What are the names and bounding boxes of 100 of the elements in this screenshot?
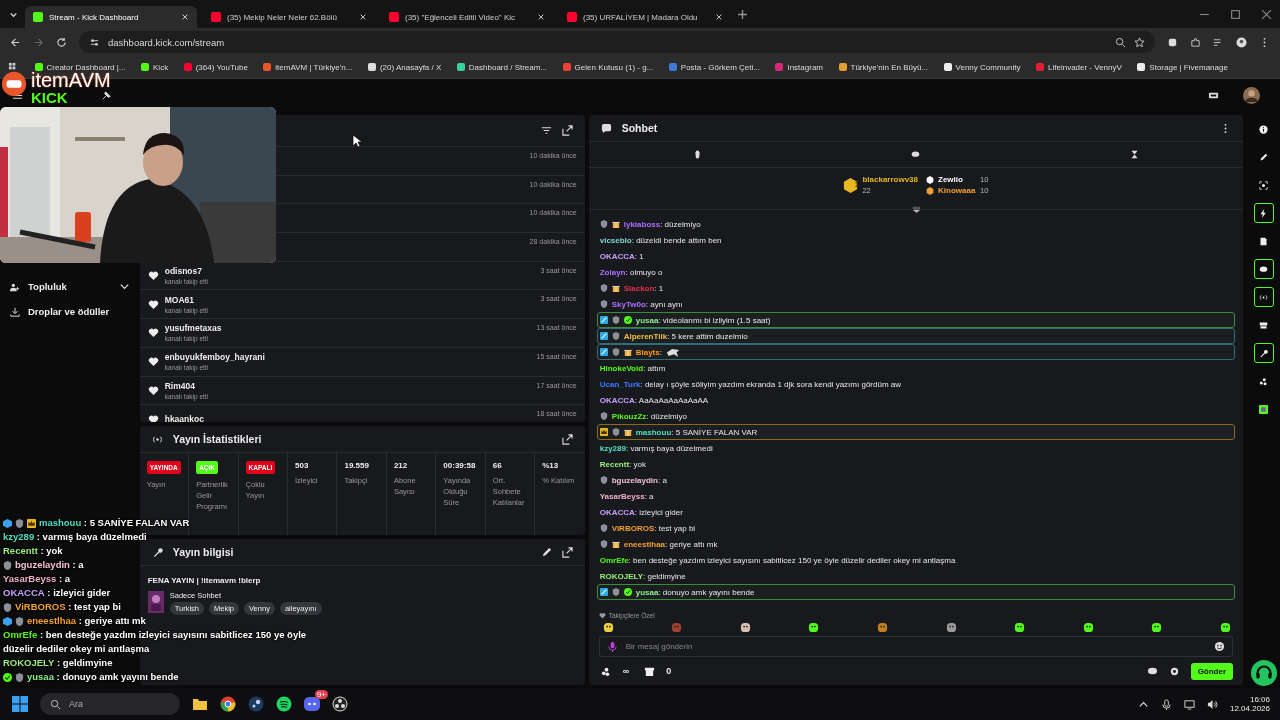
browser-tab[interactable]: (35) "Eğlenceli Editli Video" Kic [381, 6, 553, 28]
bookmark[interactable]: Instagram [775, 62, 823, 72]
bookmark[interactable]: Posta - Görkem Çeti... [668, 62, 760, 72]
crown-icon [599, 428, 608, 436]
heart-icon [147, 413, 159, 422]
folder-icon[interactable] [192, 696, 208, 712]
heart-icon [147, 327, 159, 339]
chat-icon[interactable] [1146, 665, 1158, 677]
address-bar[interactable]: dashboard.kick.com/stream [79, 31, 1155, 53]
points-icon[interactable] [600, 665, 612, 677]
emote-icon[interactable] [1220, 622, 1232, 633]
close-icon[interactable] [537, 13, 545, 21]
message-input[interactable]: Bir mesaj gönderin [598, 636, 1234, 657]
bookmark[interactable]: Dashboard / Stream... [456, 62, 548, 72]
popout-icon[interactable] [561, 125, 573, 136]
send-button[interactable]: Gönder [1190, 662, 1234, 680]
emote-icon[interactable] [1014, 622, 1026, 633]
settings-icon[interactable] [1168, 665, 1180, 677]
shield-icon [15, 519, 24, 528]
emote-icon[interactable] [1082, 622, 1094, 633]
site-info-icon[interactable] [89, 36, 100, 48]
new-tab-icon[interactable] [737, 8, 748, 20]
emote-icon[interactable] [739, 622, 751, 633]
microphone-icon[interactable] [1160, 698, 1172, 710]
steam-icon[interactable] [248, 696, 264, 712]
zoom-icon[interactable] [1115, 36, 1126, 48]
smiley-icon[interactable] [1214, 641, 1226, 652]
emote-icon[interactable] [1151, 622, 1163, 633]
chat-message: yusaa: donuyo amk yayını bende [635, 587, 755, 597]
shield-icon [599, 476, 608, 484]
star-icon[interactable] [1134, 36, 1145, 48]
close-icon[interactable] [359, 13, 367, 21]
bookmark[interactable]: Kick [141, 62, 169, 72]
broadcast-icon [151, 433, 163, 445]
browser-tab[interactable]: (35) Mekip Neler Neler 62.Bölü [203, 6, 375, 28]
chat-message: mashouu: 5 SANİYE FALAN VAR [635, 427, 758, 437]
back-icon[interactable] [10, 36, 21, 48]
avatar-icon[interactable] [1243, 87, 1260, 104]
network-icon[interactable] [1183, 698, 1195, 710]
emote-icon[interactable] [808, 622, 820, 633]
popout-icon[interactable] [561, 433, 573, 445]
tool-button[interactable] [1253, 203, 1274, 223]
extension-icon[interactable] [1167, 36, 1178, 48]
chat-message: bguzelaydin: a [611, 475, 667, 485]
hourglass-icon[interactable] [1129, 150, 1139, 159]
bookmark[interactable]: Venny Community [943, 62, 1021, 72]
popout-icon[interactable] [561, 546, 573, 558]
browser-tab[interactable]: (35) URFALİYEM | Madara Oldu [559, 6, 731, 28]
browser-icon[interactable] [220, 696, 236, 712]
emote-icon[interactable] [602, 622, 614, 633]
video-icon[interactable] [1208, 90, 1219, 101]
tool-button[interactable] [1253, 343, 1274, 363]
shield-icon [3, 561, 12, 570]
trash-icon[interactable] [693, 150, 703, 159]
reload-icon[interactable] [56, 36, 67, 48]
chat-message: Zolayn: olmuyo o [599, 267, 663, 277]
headset-icon[interactable] [1250, 660, 1277, 686]
hammer-icon[interactable] [101, 90, 112, 101]
chat-icon[interactable] [911, 150, 921, 159]
forward-icon[interactable] [33, 36, 44, 48]
emote-icon[interactable] [945, 622, 957, 633]
bookmark[interactable]: itemAVM | Türkiye'n... [263, 62, 353, 72]
sidebar-item[interactable]: Droplar ve ödüller [10, 304, 130, 319]
heart-icon [147, 384, 159, 396]
tool-button[interactable] [1253, 287, 1274, 307]
gift-icon [611, 284, 620, 292]
bookmark[interactable]: Storage | Fivemanage [1137, 62, 1228, 72]
chat-message: Slackon: 1 [623, 283, 664, 293]
volume-icon[interactable] [1206, 698, 1218, 710]
notification-badge: 9+ [314, 690, 328, 699]
store-icon[interactable] [644, 665, 656, 677]
recorder-icon[interactable] [332, 696, 348, 712]
tool-button[interactable] [1253, 259, 1274, 279]
bookmark[interactable]: Gelen Kutusu (1) - g... [562, 62, 654, 72]
bookmark[interactable]: (364) YouTube [183, 62, 248, 72]
windows-icon[interactable] [12, 696, 28, 712]
chat-icon [600, 122, 612, 134]
hexagon-icon [843, 178, 859, 193]
bookmark[interactable]: (20) Anasayfa / X [367, 62, 442, 72]
close-icon[interactable] [181, 13, 189, 21]
search-field[interactable]: Ara [40, 693, 180, 715]
chat-message: YasarBeyss: a [599, 491, 654, 501]
gift-icon [623, 428, 632, 436]
pencil-icon[interactable] [540, 546, 552, 558]
bookmark[interactable]: Lifeinvader - VennyV [1036, 62, 1122, 72]
maximize-icon[interactable] [1230, 8, 1241, 20]
puzzle-icon[interactable] [1190, 36, 1201, 48]
browser-tab[interactable]: Stream - Kick Dashboard [25, 6, 197, 28]
close-icon[interactable] [715, 13, 723, 21]
clock-time: 16:06 [1249, 695, 1270, 704]
emote-icon[interactable] [877, 622, 889, 633]
sidebar-item[interactable]: Topluluk [10, 279, 130, 294]
close-icon[interactable] [1261, 8, 1272, 20]
avatar-icon[interactable] [1236, 36, 1247, 48]
expand-icon[interactable] [911, 206, 921, 213]
bookmark[interactable]: Türkiye'nin En Büyü... [838, 62, 929, 72]
filter-icon[interactable] [540, 125, 552, 136]
discord-icon[interactable] [304, 696, 320, 712]
bookmark[interactable]: Creator Dashboard |... [34, 62, 126, 72]
music-icon[interactable] [276, 696, 292, 712]
